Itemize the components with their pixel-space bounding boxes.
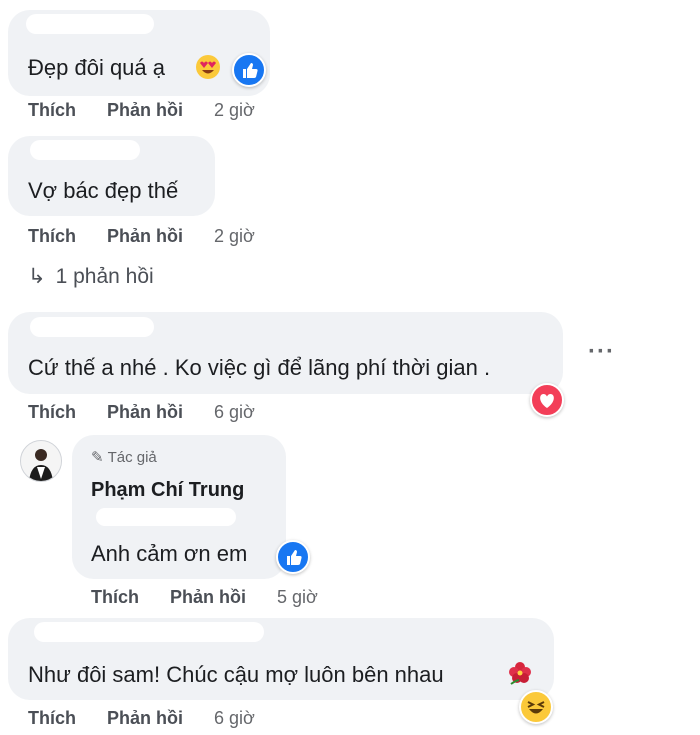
reply-button[interactable]: Phản hồi — [107, 402, 183, 423]
reply-actions: Thích Phản hồi 5 giờ — [91, 587, 318, 608]
redacted-name — [26, 14, 154, 34]
reply-button[interactable]: Phản hồi — [170, 587, 246, 608]
comment-actions: Thích Phản hồi 6 giờ — [28, 402, 255, 423]
like-button[interactable]: Thích — [28, 226, 76, 247]
hibiscus-emoji-icon — [509, 662, 531, 685]
like-reaction-icon[interactable] — [276, 540, 310, 574]
redacted-name — [34, 622, 264, 642]
heart-reaction-icon[interactable] — [530, 383, 564, 417]
reply-button[interactable]: Phản hồi — [107, 226, 183, 247]
comment-text: Vợ bác đẹp thế — [28, 178, 179, 203]
more-options-icon[interactable]: ··· — [588, 338, 615, 366]
comment-text: Đẹp đôi quá ạ — [28, 55, 165, 80]
redacted-name — [30, 317, 154, 337]
comment-actions: Thích Phản hồi 2 giờ — [28, 100, 255, 121]
comment-text: Như đôi sam! Chúc cậu mợ luôn bên nhau — [28, 662, 444, 687]
pencil-icon: ✎ — [91, 449, 104, 466]
view-replies-label: 1 phản hồi — [55, 265, 154, 288]
timestamp[interactable]: 2 giờ — [214, 100, 255, 121]
reply-button[interactable]: Phản hồi — [107, 708, 183, 729]
redacted-name — [30, 140, 140, 160]
timestamp[interactable]: 2 giờ — [214, 226, 255, 247]
comment-actions: Thích Phản hồi 2 giờ — [28, 226, 255, 247]
author-badge: ✎ Tác giả — [91, 448, 157, 466]
author-badge-label: Tác giả — [107, 449, 157, 466]
like-button[interactable]: Thích — [28, 708, 76, 729]
like-reaction-icon[interactable] — [232, 53, 266, 87]
like-button[interactable]: Thích — [28, 100, 76, 121]
haha-reaction-icon[interactable] — [519, 690, 553, 724]
redacted-tag — [96, 508, 236, 526]
timestamp[interactable]: 6 giờ — [214, 402, 255, 423]
reply-arrow-icon: ↳ — [28, 265, 46, 288]
comment-actions: Thích Phản hồi 6 giờ — [28, 708, 255, 729]
avatar[interactable] — [20, 440, 62, 482]
comment-text: Cứ thế a nhé . Ko việc gì để lãng phí th… — [28, 355, 491, 380]
author-name[interactable]: Phạm Chí Trung — [91, 479, 244, 502]
heart-eyes-emoji-icon — [196, 55, 220, 79]
like-button[interactable]: Thích — [91, 587, 139, 608]
timestamp[interactable]: 5 giờ — [277, 587, 318, 608]
reply-button[interactable]: Phản hồi — [107, 100, 183, 121]
like-button[interactable]: Thích — [28, 402, 76, 423]
reply-text: Anh cảm ơn em — [91, 541, 248, 566]
view-replies-link[interactable]: ↳ 1 phản hồi — [28, 264, 154, 289]
timestamp[interactable]: 6 giờ — [214, 708, 255, 729]
